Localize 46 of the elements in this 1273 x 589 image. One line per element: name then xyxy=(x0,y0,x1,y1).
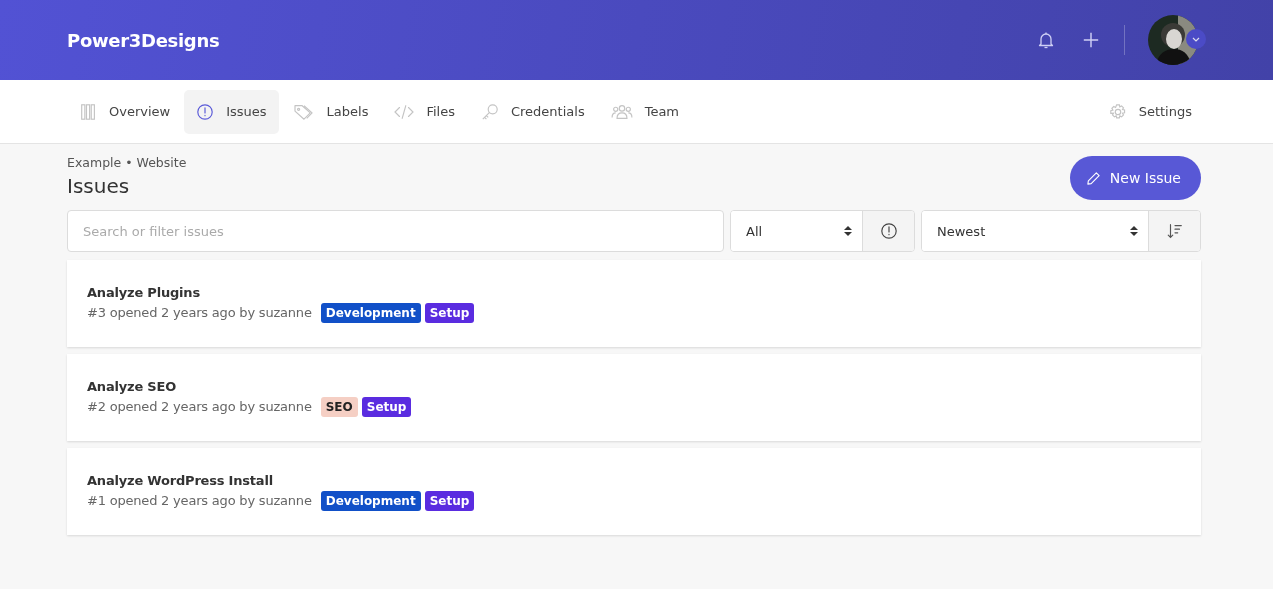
issue-meta: #1 opened 2 years ago by suzanne xyxy=(87,493,312,508)
issue-title[interactable]: Analyze WordPress Install xyxy=(87,472,1181,488)
bell-icon xyxy=(1036,30,1056,50)
notifications-button[interactable] xyxy=(1036,30,1056,50)
issue-meta: #2 opened 2 years ago by suzanne xyxy=(87,399,312,414)
issue-title[interactable]: Analyze Plugins xyxy=(87,284,1181,300)
nav-tab[interactable]: Settings xyxy=(1096,89,1204,134)
add-button[interactable] xyxy=(1082,31,1100,49)
issue-label[interactable]: Development xyxy=(320,490,421,511)
nav-tab[interactable]: Overview xyxy=(67,89,183,134)
settings-icon xyxy=(1108,102,1127,121)
dropdown-caret-icon[interactable] xyxy=(1186,29,1206,49)
issue-label[interactable]: SEO xyxy=(320,396,358,417)
people-icon xyxy=(610,102,633,121)
issue-label[interactable]: Setup xyxy=(424,302,475,323)
nav-tab[interactable]: Team xyxy=(598,89,692,134)
issue-label[interactable]: Setup xyxy=(424,490,475,511)
search-field[interactable]: Search or filter issues xyxy=(67,210,724,252)
new-issue-button[interactable]: New Issue xyxy=(1069,156,1201,200)
plus-icon xyxy=(1082,31,1100,49)
page-title: Issues xyxy=(67,174,131,198)
breadcrumb: Example • Website xyxy=(67,155,187,170)
nav-tab[interactable]: Labels xyxy=(280,89,381,134)
nav-tab[interactable]: Issues xyxy=(184,89,279,134)
brand-logo[interactable]: Power3Designs xyxy=(67,29,220,51)
issue-label[interactable]: Development xyxy=(320,302,421,323)
issue-title[interactable]: Analyze SEO xyxy=(87,378,1181,394)
issue-card[interactable]: Analyze SEO #2 opened 2 years ago by suzanne SEO Setup xyxy=(67,354,1201,441)
code-icon xyxy=(394,102,415,121)
alert-icon xyxy=(196,102,215,121)
nav-tab[interactable]: Files xyxy=(382,89,467,134)
up-down-icon xyxy=(1130,225,1138,237)
issue-label[interactable]: Setup xyxy=(361,396,412,417)
issue-card[interactable]: Analyze WordPress Install #1 opened 2 years ago by suzanne Development Setup xyxy=(67,448,1201,535)
pencil-icon xyxy=(1085,170,1101,186)
sort-icon xyxy=(1165,222,1184,240)
key-icon xyxy=(481,102,499,121)
up-down-icon xyxy=(844,225,852,237)
issue-state-button[interactable] xyxy=(862,211,914,251)
issue-meta: #3 opened 2 years ago by suzanne xyxy=(87,305,312,320)
sort-direction-button[interactable] xyxy=(1148,211,1200,251)
columns-icon xyxy=(79,102,97,121)
nav-tab[interactable]: Credentials xyxy=(469,89,597,134)
alert-icon xyxy=(879,222,898,240)
tag-icon xyxy=(292,102,315,121)
issue-card[interactable]: Analyze Plugins #3 opened 2 years ago by suzanne Development Setup xyxy=(67,260,1201,347)
